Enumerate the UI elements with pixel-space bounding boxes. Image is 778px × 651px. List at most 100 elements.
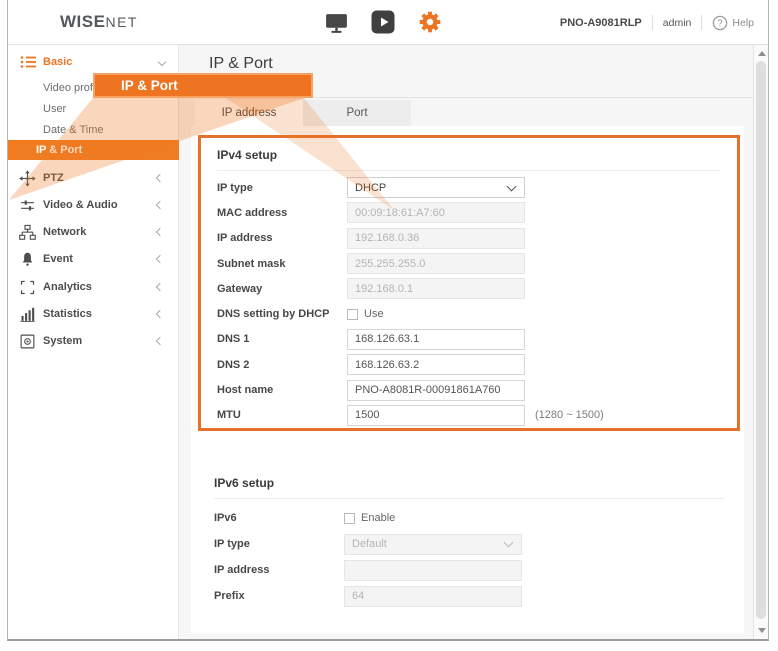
sidebar-item-ptz[interactable]: PTZ (8, 168, 179, 188)
sidebar-item-system[interactable]: System (8, 331, 179, 351)
chevron-left-icon (156, 255, 164, 263)
dns2-field[interactable] (347, 354, 525, 375)
sidebar-item-date-time[interactable]: Date & Time (8, 120, 179, 139)
help-button[interactable]: ? Help (712, 15, 754, 31)
field-row-ipv6-prefix: Prefix (214, 583, 724, 609)
analytics-icon (19, 279, 36, 296)
select-value: Default (345, 538, 505, 550)
ipv6-section: IPv6 setup IPv6 Enable IP type (214, 476, 724, 609)
subnet-mask-field (347, 253, 525, 274)
tab-ip-address[interactable]: IP address (195, 100, 303, 126)
divider (214, 498, 724, 499)
field-label: Prefix (214, 590, 344, 602)
main-content: IP & Port IP address Port IPv4 setup IP … (179, 45, 753, 639)
subitem-label: Date & Time (43, 124, 104, 136)
vertical-scrollbar[interactable] (753, 45, 768, 639)
field-label: Gateway (217, 283, 347, 295)
field-label: IP type (217, 182, 347, 194)
scroll-up-arrow-icon[interactable] (758, 51, 766, 56)
page-title: IP & Port (209, 55, 273, 73)
dns-dhcp-use-checkbox[interactable] (347, 309, 358, 320)
playback-icon[interactable] (371, 10, 395, 39)
sidebar-item-video-audio[interactable]: Video & Audio (8, 195, 179, 215)
sidebar-item-label: Video & Audio (43, 199, 118, 211)
chevron-left-icon (156, 337, 164, 345)
logged-in-user: admin (663, 17, 692, 29)
ptz-icon (19, 170, 36, 187)
logo-light: NET (105, 14, 138, 30)
tab-bar: IP address Port (195, 100, 411, 126)
section-heading-ipv6: IPv6 setup (214, 476, 724, 490)
field-label: DNS 2 (217, 359, 347, 371)
svg-text:?: ? (718, 18, 723, 28)
settings-gear-icon[interactable] (417, 9, 443, 40)
ipv6-enable-checkbox[interactable] (344, 513, 355, 524)
system-icon (19, 333, 36, 350)
chevron-down-icon (504, 538, 514, 548)
chevron-left-icon (156, 310, 164, 318)
dns1-field[interactable] (347, 329, 525, 350)
chevron-down-icon (158, 58, 166, 66)
field-row-ipv6-ip-address: IP address (214, 557, 724, 583)
section-heading-ipv4: IPv4 setup (217, 148, 721, 162)
top-icon-group (324, 9, 443, 40)
ip-address-field (347, 228, 525, 249)
ip-type-select[interactable]: DHCP (347, 177, 525, 198)
scroll-down-arrow-icon[interactable] (758, 628, 766, 633)
tab-port[interactable]: Port (303, 100, 411, 126)
ipv4-highlight-box: IPv4 setup IP type DHCP (198, 135, 740, 431)
sidebar-item-label: Statistics (43, 308, 92, 320)
help-label: Help (732, 17, 754, 29)
wisenet-logo: WISENET (60, 12, 138, 32)
chevron-left-icon (156, 174, 164, 182)
live-monitor-icon[interactable] (324, 10, 349, 40)
sidebar-item-basic[interactable]: Basic (8, 52, 179, 72)
callout-label: IP & Port (95, 78, 178, 93)
field-label: IPv6 (214, 512, 344, 524)
mac-address-field (347, 202, 525, 223)
field-row-dns1: DNS 1 (217, 327, 721, 352)
scrollbar-thumb[interactable] (756, 61, 766, 619)
host-name-field[interactable] (347, 380, 525, 401)
field-row-mtu: MTU (1280 ~ 1500) (217, 403, 721, 428)
content-card: IPv4 setup IP type DHCP (191, 126, 744, 634)
sidebar-item-network[interactable]: Network (8, 222, 179, 242)
statistics-icon (19, 306, 36, 323)
checkbox-label: Enable (361, 512, 395, 524)
mtu-field[interactable] (347, 405, 525, 426)
field-row-host-name: Host name (217, 377, 721, 402)
chevron-left-icon (156, 283, 164, 291)
screenshot-root: WISENET PNO-A9081RLP ad (0, 0, 778, 651)
sidebar-item-analytics[interactable]: Analytics (8, 277, 179, 297)
field-row-dns2: DNS 2 (217, 352, 721, 377)
field-label: Subnet mask (217, 258, 347, 270)
sidebar-nav: Basic Video profile User Date & Time IP … (8, 45, 179, 639)
field-row-ipv6-enable: IPv6 Enable (214, 505, 724, 531)
sidebar-item-statistics[interactable]: Statistics (8, 304, 179, 324)
browser-window: WISENET PNO-A9081RLP ad (7, 0, 769, 641)
field-row-gateway: Gateway (217, 276, 721, 301)
question-circle-icon: ? (712, 15, 728, 31)
divider (701, 15, 702, 30)
top-right-group: PNO-A9081RLP admin ? Help (560, 0, 754, 45)
field-label: IP type (214, 538, 344, 550)
sidebar-item-label: PTZ (43, 172, 64, 184)
sidebar-item-ip-port[interactable]: IP & Port (8, 140, 179, 160)
sidebar-item-label: System (43, 335, 82, 347)
checkbox-label: Use (364, 308, 384, 320)
field-label: IP address (214, 564, 344, 576)
field-label: DNS setting by DHCP (217, 308, 347, 320)
sidebar-item-user[interactable]: User (8, 99, 179, 118)
list-icon (19, 54, 36, 71)
divider (652, 15, 653, 30)
sidebar-item-event[interactable]: Event (8, 249, 179, 269)
field-label: MAC address (217, 207, 347, 219)
sidebar-item-label: Event (43, 253, 73, 265)
field-row-ip-type: IP type DHCP (217, 175, 721, 200)
mtu-range-hint: (1280 ~ 1500) (535, 409, 604, 421)
field-row-ip-address: IP address (217, 226, 721, 251)
chevron-left-icon (156, 201, 164, 209)
subitem-label: IP & Port (36, 144, 82, 156)
ipv6-ip-type-select: Default (344, 534, 522, 555)
gateway-field (347, 278, 525, 299)
